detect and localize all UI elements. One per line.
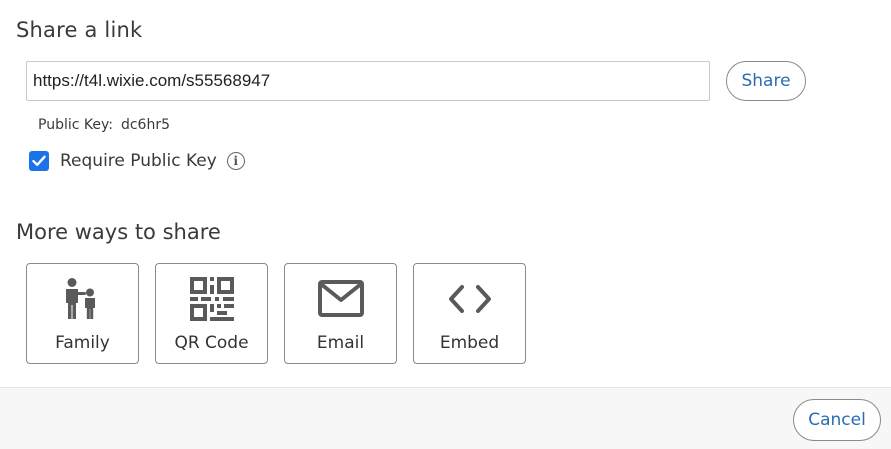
public-key-value: dc6hr5 <box>120 117 170 133</box>
dialog-footer <box>0 387 891 449</box>
checkmark-icon <box>32 155 46 166</box>
qr-code-label: QR Code <box>174 333 249 353</box>
more-ways-heading: More ways to share <box>16 220 221 244</box>
share-qr-code-button[interactable]: QR Code <box>155 263 268 364</box>
share-dialog: Share a link Share Public Key: dc6hr5 Req… <box>0 0 891 449</box>
share-family-button[interactable]: Family <box>26 263 139 364</box>
require-public-key-checkbox[interactable] <box>29 151 49 171</box>
public-key-label: Public Key: <box>38 117 113 133</box>
share-embed-button[interactable]: Embed <box>413 263 526 364</box>
info-icon[interactable]: i <box>226 152 245 170</box>
cancel-button[interactable]: Cancel <box>793 399 881 441</box>
embed-label: Embed <box>439 333 500 353</box>
require-public-key-row: Require Public Key i <box>29 150 245 172</box>
family-icon <box>27 276 138 322</box>
share-link-heading: Share a link <box>16 18 143 42</box>
require-public-key-label: Require Public Key <box>60 151 217 171</box>
email-icon <box>285 276 396 322</box>
share-email-button[interactable]: Email <box>284 263 397 364</box>
public-key-row: Public Key: dc6hr5 <box>38 117 170 133</box>
share-link-field[interactable] <box>26 61 710 101</box>
embed-icon <box>414 276 525 322</box>
email-label: Email <box>316 333 365 353</box>
share-button[interactable]: Share <box>726 61 806 101</box>
family-label: Family <box>55 333 110 353</box>
qr-code-icon <box>156 276 267 322</box>
